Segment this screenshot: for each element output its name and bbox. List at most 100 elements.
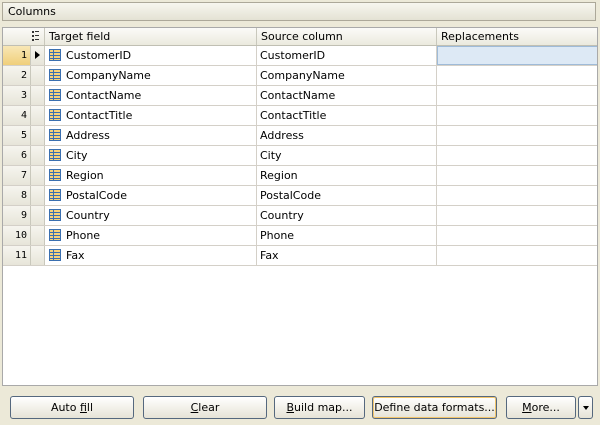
columns-panel-header: Columns (2, 2, 596, 21)
table-row[interactable]: 10 Phone Phone (3, 226, 597, 246)
source-column-cell[interactable]: ContactTitle (257, 106, 437, 125)
source-column-cell[interactable]: Phone (257, 226, 437, 245)
target-field-cell[interactable]: CompanyName (45, 66, 257, 85)
grid-rows: 1 CustomerID CustomerID 2 CompanyName Company… (3, 46, 597, 266)
source-column-cell[interactable]: CustomerID (257, 46, 437, 65)
panel-title: Columns (8, 5, 56, 18)
table-icon (49, 49, 61, 61)
replacements-cell[interactable] (437, 126, 597, 145)
row-indicator[interactable] (31, 146, 45, 165)
table-icon (49, 249, 61, 261)
row-indicator[interactable] (31, 166, 45, 185)
target-field-cell[interactable]: CustomerID (45, 46, 257, 65)
auto-fill-button[interactable]: Auto fill (10, 396, 134, 419)
target-field-text: PostalCode (66, 189, 127, 202)
source-column-cell[interactable]: Country (257, 206, 437, 225)
target-field-cell[interactable]: ContactName (45, 86, 257, 105)
row-indicator[interactable] (31, 106, 45, 125)
row-indicator[interactable] (31, 126, 45, 145)
row-indicator[interactable] (31, 246, 45, 265)
more-dropdown-button[interactable] (578, 396, 593, 419)
row-number-header[interactable] (3, 28, 45, 45)
table-row[interactable]: 2 CompanyName CompanyName (3, 66, 597, 86)
table-icon (49, 189, 61, 201)
row-indicator[interactable] (31, 206, 45, 225)
target-field-cell[interactable]: Phone (45, 226, 257, 245)
table-row[interactable]: 4 ContactTitle ContactTitle (3, 106, 597, 126)
header-replacements[interactable]: Replacements (437, 28, 597, 45)
target-field-text: Country (66, 209, 110, 222)
table-row[interactable]: 5 Address Address (3, 126, 597, 146)
row-number[interactable]: 9 (3, 206, 31, 225)
table-row[interactable]: 9 Country Country (3, 206, 597, 226)
target-field-cell[interactable]: ContactTitle (45, 106, 257, 125)
row-number[interactable]: 2 (3, 66, 31, 85)
row-number[interactable]: 7 (3, 166, 31, 185)
row-indicator[interactable] (31, 226, 45, 245)
define-data-formats-button[interactable]: Define data formats... (372, 396, 497, 419)
target-field-text: City (66, 149, 88, 162)
replacements-cell[interactable] (437, 246, 597, 265)
source-column-cell[interactable]: Address (257, 126, 437, 145)
target-field-text: ContactName (66, 89, 142, 102)
row-indicator[interactable] (31, 86, 45, 105)
chevron-down-icon (583, 406, 589, 410)
replacements-cell[interactable] (437, 186, 597, 205)
target-field-text: Address (66, 129, 110, 142)
clear-button[interactable]: Clear (143, 396, 267, 419)
replacements-cell[interactable] (437, 166, 597, 185)
row-number[interactable]: 6 (3, 146, 31, 165)
table-row[interactable]: 3 ContactName ContactName (3, 86, 597, 106)
table-icon (49, 69, 61, 81)
source-column-cell[interactable]: Region (257, 166, 437, 185)
replacements-cell[interactable] (437, 66, 597, 85)
table-row[interactable]: 1 CustomerID CustomerID (3, 46, 597, 66)
target-field-cell[interactable]: Fax (45, 246, 257, 265)
source-column-cell[interactable]: City (257, 146, 437, 165)
replacements-cell[interactable] (437, 146, 597, 165)
target-field-cell[interactable]: Address (45, 126, 257, 145)
source-column-cell[interactable]: CompanyName (257, 66, 437, 85)
table-row[interactable]: 11 Fax Fax (3, 246, 597, 266)
row-number[interactable]: 11 (3, 246, 31, 265)
row-number[interactable]: 3 (3, 86, 31, 105)
current-row-arrow-icon (35, 51, 40, 59)
row-number[interactable]: 10 (3, 226, 31, 245)
grid-header: Target field Source column Replacements (3, 28, 597, 46)
replacements-cell[interactable] (437, 86, 597, 105)
table-row[interactable]: 8 PostalCode PostalCode (3, 186, 597, 206)
row-indicator[interactable] (31, 66, 45, 85)
header-target-field[interactable]: Target field (45, 28, 257, 45)
row-number[interactable]: 8 (3, 186, 31, 205)
row-indicator[interactable] (31, 46, 45, 65)
row-number[interactable]: 4 (3, 106, 31, 125)
header-source-column[interactable]: Source column (257, 28, 437, 45)
target-field-text: Phone (66, 229, 101, 242)
row-number[interactable]: 5 (3, 126, 31, 145)
replacements-cell[interactable] (437, 46, 597, 65)
table-row[interactable]: 7 Region Region (3, 166, 597, 186)
replacements-cell[interactable] (437, 106, 597, 125)
replacements-cell[interactable] (437, 226, 597, 245)
table-icon (49, 109, 61, 121)
table-icon (49, 129, 61, 141)
table-row[interactable]: 6 City City (3, 146, 597, 166)
build-map-button[interactable]: Build map... (274, 396, 365, 419)
target-field-cell[interactable]: City (45, 146, 257, 165)
target-field-cell[interactable]: Region (45, 166, 257, 185)
table-icon (49, 149, 61, 161)
target-field-cell[interactable]: Country (45, 206, 257, 225)
row-indicator[interactable] (31, 186, 45, 205)
more-button[interactable]: More... (506, 396, 576, 419)
target-field-cell[interactable]: PostalCode (45, 186, 257, 205)
table-icon (49, 89, 61, 101)
source-column-cell[interactable]: ContactName (257, 86, 437, 105)
source-column-cell[interactable]: PostalCode (257, 186, 437, 205)
replacements-cell[interactable] (437, 206, 597, 225)
target-field-text: ContactTitle (66, 109, 133, 122)
source-column-cell[interactable]: Fax (257, 246, 437, 265)
table-icon (49, 229, 61, 241)
row-number[interactable]: 1 (3, 46, 31, 65)
column-mapping-grid[interactable]: Target field Source column Replacements … (2, 27, 598, 386)
column-chooser-icon[interactable] (32, 31, 39, 41)
